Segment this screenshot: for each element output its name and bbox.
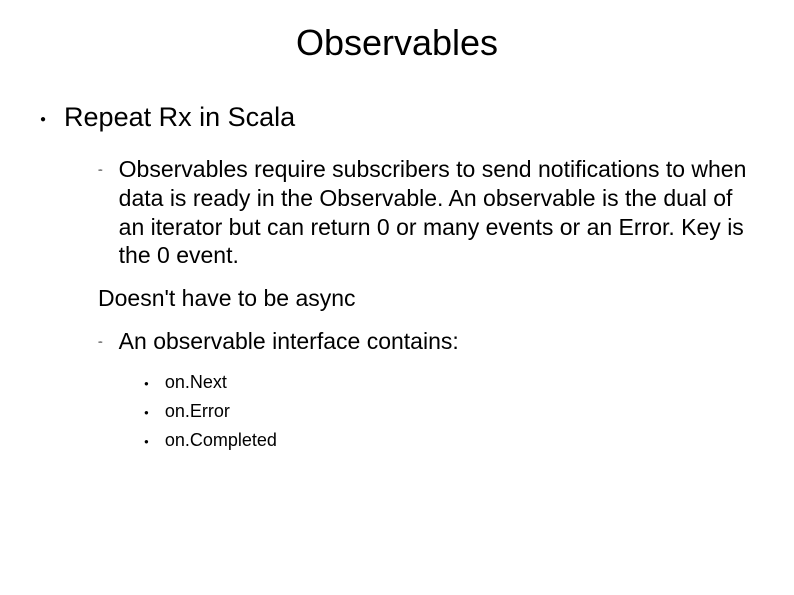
disc-bullet-icon: ● bbox=[144, 408, 149, 417]
bullet-level2: -- Observables require subscribers to se… bbox=[98, 155, 754, 270]
bullet-level2: -- An observable interface contains: bbox=[98, 327, 754, 356]
disc-bullet-icon: ● bbox=[144, 379, 149, 388]
level3-text: on.Completed bbox=[165, 430, 277, 451]
level3-text: on.Error bbox=[165, 401, 230, 422]
disc-bullet-icon: ● bbox=[40, 114, 46, 125]
bullet-level3: ● on.Error bbox=[144, 401, 754, 422]
slide-title: Observables bbox=[0, 0, 794, 74]
level3-container: ● on.Next ● on.Error ● on.Completed bbox=[40, 372, 754, 451]
disc-bullet-icon: ● bbox=[144, 437, 149, 446]
level3-text: on.Next bbox=[165, 372, 227, 393]
bullet-level1: ● Repeat Rx in Scala bbox=[40, 102, 754, 133]
level2-text: An observable interface contains: bbox=[119, 327, 459, 356]
dash-bullet-icon: -- bbox=[98, 337, 101, 348]
bullet-level3: ● on.Next bbox=[144, 372, 754, 393]
level2-plain-text: Doesn't have to be async bbox=[98, 284, 754, 313]
dash-bullet-icon: -- bbox=[98, 165, 101, 176]
level2-text: Observables require subscribers to send … bbox=[119, 155, 754, 270]
level2-container: -- Observables require subscribers to se… bbox=[40, 155, 754, 356]
level1-heading: Repeat Rx in Scala bbox=[64, 102, 295, 133]
bullet-level3: ● on.Completed bbox=[144, 430, 754, 451]
slide-content: ● Repeat Rx in Scala -- Observables requ… bbox=[0, 74, 794, 451]
